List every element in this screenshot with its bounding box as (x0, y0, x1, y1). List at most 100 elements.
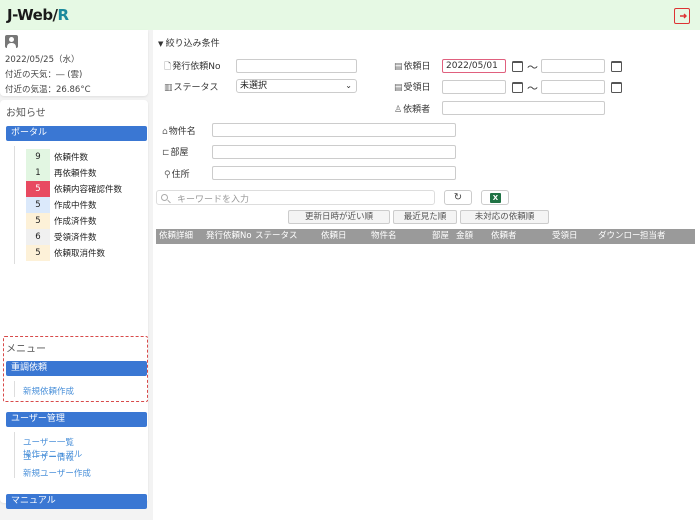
portal-divider (14, 146, 15, 264)
operation-manual-link[interactable]: 操作マニュアル (23, 448, 82, 460)
column-header[interactable]: 物件名 (371, 229, 397, 244)
portal-item-rerequests[interactable]: 1 再依頼件数 (26, 165, 141, 181)
room-input[interactable] (212, 145, 456, 159)
current-date: 2022/05/25（水） (5, 55, 80, 65)
count-badge: 5 (26, 181, 50, 197)
received-date-label: ▤受領日 (394, 83, 431, 93)
column-header[interactable]: 依頼者 (491, 229, 517, 244)
sort-unhandled-button[interactable]: 未対応の依頼順 (460, 210, 549, 224)
room-label: ⊏部屋 (162, 148, 189, 158)
portal-item-in-progress[interactable]: 5 作成中件数 (26, 197, 141, 213)
received-date-to-input[interactable] (541, 80, 605, 94)
bed-icon: ⊏ (162, 148, 170, 158)
status-select[interactable]: 未選択 ⌄ (236, 79, 357, 93)
location-pin-icon: ⚲ (164, 170, 171, 180)
excel-icon: X (490, 193, 501, 203)
issue-no-input[interactable] (236, 59, 357, 73)
range-separator: 〜 (527, 82, 538, 95)
manual-header[interactable]: マニュアル (6, 494, 147, 509)
portal-item-confirm[interactable]: 5 依頼内容確認件数 (26, 181, 141, 197)
received-date-from-input[interactable] (442, 80, 506, 94)
user-list-link[interactable]: ユーザー一覧 (23, 436, 74, 448)
filter-title-text: 絞り込み条件 (165, 39, 220, 49)
calendar-icon: ▤ (394, 83, 403, 93)
column-header[interactable]: 依頼詳細 (159, 229, 193, 244)
requester-input[interactable] (442, 101, 605, 115)
main-content: ▼ 絞り込み条件 🗋発行依頼No ▥ステータス 未選択 ⌄ ▤依頼日 2022/0… (153, 30, 700, 520)
portal-item-label: 受領済件数 (54, 233, 97, 243)
portal-item-requests[interactable]: 9 依頼件数 (26, 149, 141, 165)
request-date-from-input[interactable]: 2022/05/01 (442, 59, 506, 73)
new-request-link[interactable]: 新規依頼作成 (23, 385, 74, 397)
count-badge: 5 (26, 245, 50, 261)
document-icon: 🗋 (164, 62, 172, 72)
sort-recently-viewed-button[interactable]: 最近見た順 (393, 210, 457, 224)
address-input[interactable] (212, 166, 456, 180)
side-panel: お知らせ ポータル 9 依頼件数 1 再依頼件数 5 依頼内容確認件数 5 作成中件数 … (0, 100, 148, 509)
portal-item-label: 再依頼件数 (54, 169, 97, 179)
request-header[interactable]: 重調依頼 (6, 361, 147, 376)
request-date-to-input[interactable] (541, 59, 605, 73)
range-separator: 〜 (527, 61, 538, 74)
status-select-value: 未選択 (240, 81, 268, 91)
excel-export-button[interactable]: X (481, 190, 509, 205)
logout-icon[interactable] (674, 8, 690, 24)
app-header: J-Web/R (0, 0, 700, 30)
portal-item-label: 依頼取消件数 (54, 249, 106, 259)
keyword-search[interactable]: キーワードを入力 (156, 190, 435, 205)
column-header[interactable]: 受領日 (552, 229, 578, 244)
sort-recent-update-button[interactable]: 更新日時が近い順 (288, 210, 390, 224)
portal-header[interactable]: ポータル (6, 126, 147, 141)
sidebar: 2022/05/25（水） 付近の天気：― (雲) 付近の気温：26.86°C … (0, 30, 153, 520)
column-header[interactable]: 金額 (456, 229, 473, 244)
chevron-down-icon: ⌄ (345, 81, 352, 90)
column-header[interactable]: ステータス (255, 229, 298, 244)
column-header[interactable]: 依頼日 (321, 229, 347, 244)
count-badge: 6 (26, 229, 50, 245)
search-icon (161, 194, 168, 201)
person-icon: ♙ (394, 105, 403, 115)
filter-toggle[interactable]: ▼ 絞り込み条件 (158, 36, 220, 49)
user-card: 2022/05/25（水） 付近の天気：― (雲) 付近の気温：26.86°C (0, 30, 148, 96)
temperature-text: 付近の気温：26.86°C (5, 85, 91, 95)
results-table-header: 依頼詳細 発行依頼No ステータス 依頼日 物件名 部屋 金額 依頼者 受領日 … (156, 229, 695, 244)
column-header[interactable]: 発行依頼No (206, 229, 256, 244)
portal-item-label: 作成済件数 (54, 217, 97, 227)
portal-item-label: 依頼件数 (54, 153, 89, 163)
portal-item-received[interactable]: 6 受領済件数 (26, 229, 141, 245)
refresh-button[interactable]: ↻ (444, 190, 472, 205)
portal-item-created[interactable]: 5 作成済件数 (26, 213, 141, 229)
count-badge: 5 (26, 213, 50, 229)
column-header[interactable]: 担当者 (640, 229, 666, 244)
calendar-icon: ▤ (394, 62, 403, 72)
caret-down-icon: ▼ (158, 40, 166, 48)
user-icon[interactable] (5, 35, 18, 48)
calendar-icon[interactable] (611, 82, 622, 93)
request-date-label: ▤依頼日 (394, 62, 431, 72)
portal-list: 9 依頼件数 1 再依頼件数 5 依頼内容確認件数 5 作成中件数 5 作成済件数 6 受領… (26, 149, 141, 261)
column-header[interactable]: 部屋 (432, 229, 449, 244)
issue-no-label: 🗋発行依頼No (164, 59, 221, 75)
portal-item-label: 作成中件数 (54, 201, 97, 211)
property-input[interactable] (212, 123, 456, 137)
app-logo[interactable]: J-Web/R (7, 6, 69, 24)
property-label: ⌂物件名 (162, 127, 196, 137)
count-badge: 1 (26, 165, 50, 181)
count-badge: 9 (26, 149, 50, 165)
requester-label: ♙依頼者 (394, 105, 431, 115)
request-divider (14, 381, 15, 397)
status-label: ▥ステータス (164, 83, 219, 93)
count-badge: 5 (26, 197, 50, 213)
portal-item-cancelled[interactable]: 5 依頼取消件数 (26, 245, 141, 261)
calendar-icon[interactable] (512, 82, 523, 93)
calendar-icon[interactable] (611, 61, 622, 72)
new-user-link[interactable]: 新規ユーザー作成 (23, 467, 91, 479)
column-header[interactable]: ダウンロード (598, 229, 640, 244)
building-icon: ▥ (164, 83, 173, 93)
calendar-icon[interactable] (512, 61, 523, 72)
portal-item-label: 依頼内容確認件数 (54, 185, 123, 195)
home-icon: ⌂ (162, 127, 168, 137)
user-management-header[interactable]: ユーザー管理 (6, 412, 147, 427)
menu-title: メニュー (6, 344, 46, 355)
refresh-icon: ↻ (453, 192, 463, 203)
